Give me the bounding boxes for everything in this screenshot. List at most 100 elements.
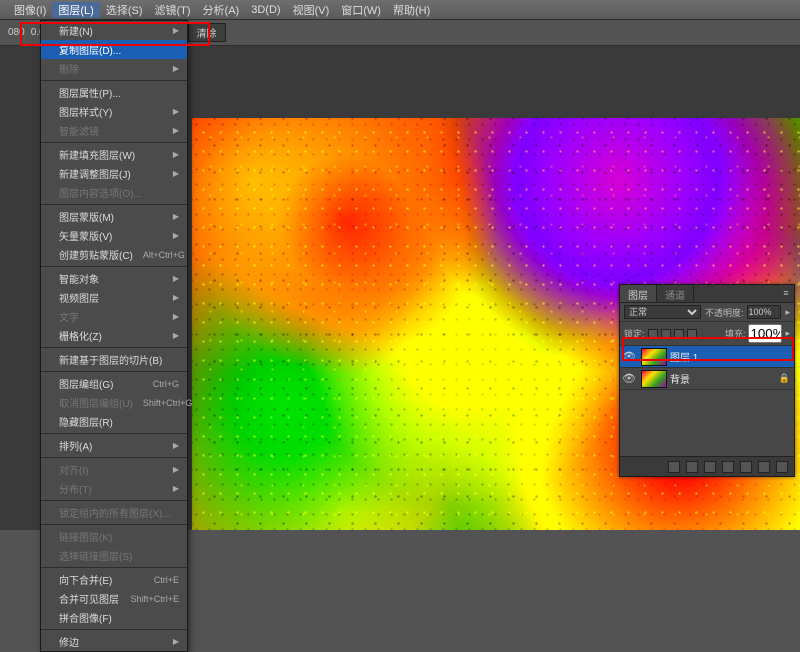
- tab-layers[interactable]: 图层: [620, 285, 657, 302]
- menu-item: 文字▶: [41, 307, 187, 326]
- submenu-arrow-icon: ▶: [173, 312, 179, 321]
- menu-separator: [41, 347, 187, 348]
- submenu-arrow-icon: ▶: [173, 26, 179, 35]
- new-layer-icon[interactable]: [758, 461, 770, 473]
- menu-item[interactable]: 拼合图像(F): [41, 608, 187, 627]
- menu-选择s[interactable]: 选择(S): [100, 2, 149, 18]
- fill-input[interactable]: [748, 324, 782, 343]
- lock-icon: 🔒: [779, 373, 794, 384]
- submenu-arrow-icon: ▶: [173, 331, 179, 340]
- menu-item: 分布(T)▶: [41, 479, 187, 498]
- submenu-arrow-icon: ▶: [173, 465, 179, 474]
- menu-item[interactable]: 排列(A)▶: [41, 436, 187, 455]
- layer-list: 👁 图层 1 👁 背景🔒: [620, 346, 794, 456]
- lock-all-icon[interactable]: [687, 329, 697, 339]
- menu-3dd[interactable]: 3D(D): [245, 4, 286, 16]
- delete-layer-icon[interactable]: [776, 461, 788, 473]
- layers-panel: ≡ 图层 通道 正常 不透明度: ▸ 锁定: 填充: ▸ 👁 图层 1 👁 背景🔒: [619, 284, 795, 477]
- opacity-input[interactable]: [747, 305, 781, 319]
- menu-窗口w[interactable]: 窗口(W): [335, 2, 387, 18]
- mask-icon[interactable]: [704, 461, 716, 473]
- menu-item[interactable]: 新建填充图层(W)▶: [41, 145, 187, 164]
- layer-thumbnail[interactable]: [641, 370, 667, 388]
- layer-name[interactable]: 图层 1: [670, 349, 794, 364]
- menu-separator: [41, 433, 187, 434]
- fill-arrow-icon[interactable]: ▸: [785, 328, 790, 339]
- panel-menu-icon[interactable]: ≡: [780, 287, 792, 299]
- menu-item[interactable]: 智能对象▶: [41, 269, 187, 288]
- blend-opacity-row: 正常 不透明度: ▸: [620, 303, 794, 322]
- layer-name[interactable]: 背景: [670, 371, 779, 386]
- panel-tabs: 图层 通道: [620, 285, 794, 303]
- adjustment-icon[interactable]: [722, 461, 734, 473]
- menu-separator: [41, 500, 187, 501]
- fx-icon[interactable]: [686, 461, 698, 473]
- menu-视图v[interactable]: 视图(V): [287, 2, 336, 18]
- group-icon[interactable]: [740, 461, 752, 473]
- menu-item[interactable]: 创建剪贴蒙版(C)Alt+Ctrl+G: [41, 245, 187, 264]
- opacity-label: 不透明度:: [705, 306, 744, 319]
- menu-item: 图层内容选项(O)...: [41, 183, 187, 202]
- menu-滤镜t[interactable]: 滤镜(T): [149, 2, 197, 18]
- menu-item[interactable]: 复制图层(D)...: [41, 40, 187, 59]
- menu-item: 取消图层编组(U)Shift+Ctrl+G: [41, 393, 187, 412]
- menu-item[interactable]: 新建基于图层的切片(B): [41, 350, 187, 369]
- menu-item[interactable]: 视频图层▶: [41, 288, 187, 307]
- submenu-arrow-icon: ▶: [173, 637, 179, 646]
- opacity-arrow-icon[interactable]: ▸: [785, 307, 790, 318]
- menu-item: 锁定组内的所有图层(X)...: [41, 503, 187, 522]
- menu-帮助h[interactable]: 帮助(H): [387, 2, 436, 18]
- menu-separator: [41, 142, 187, 143]
- menu-separator: [41, 567, 187, 568]
- menu-图像i[interactable]: 图像(I): [8, 2, 52, 18]
- visibility-eye-icon[interactable]: 👁: [620, 372, 638, 385]
- lock-label: 锁定:: [624, 327, 645, 340]
- fill-label: 填充:: [725, 327, 746, 340]
- menu-item[interactable]: 向下合并(E)Ctrl+E: [41, 570, 187, 589]
- menu-item[interactable]: 图层蒙版(M)▶: [41, 207, 187, 226]
- menu-item: 删除▶: [41, 59, 187, 78]
- submenu-arrow-icon: ▶: [173, 231, 179, 240]
- menu-separator: [41, 371, 187, 372]
- menu-图层l[interactable]: 图层(L): [52, 2, 99, 18]
- width-field[interactable]: 080: [8, 27, 25, 38]
- menu-bar: 图像(I)图层(L)选择(S)滤镜(T)分析(A)3D(D)视图(V)窗口(W)…: [0, 0, 800, 20]
- menu-item[interactable]: 矢量蒙版(V)▶: [41, 226, 187, 245]
- menu-item: 对齐(I)▶: [41, 460, 187, 479]
- submenu-arrow-icon: ▶: [173, 150, 179, 159]
- menu-item[interactable]: 图层样式(Y)▶: [41, 102, 187, 121]
- panel-footer: [620, 456, 794, 476]
- lock-position-icon[interactable]: [674, 329, 684, 339]
- menu-item[interactable]: 隐藏图层(R): [41, 412, 187, 431]
- menu-item[interactable]: 图层编组(G)Ctrl+G: [41, 374, 187, 393]
- submenu-arrow-icon: ▶: [173, 126, 179, 135]
- layer-thumbnail[interactable]: [641, 348, 667, 366]
- menu-separator: [41, 629, 187, 630]
- menu-item[interactable]: 新建(N)▶: [41, 21, 187, 40]
- clear-button[interactable]: 清除: [188, 23, 226, 42]
- menu-item[interactable]: 合并可见图层Shift+Ctrl+E: [41, 589, 187, 608]
- menu-item[interactable]: 新建调整图层(J)▶: [41, 164, 187, 183]
- lock-transparent-icon[interactable]: [648, 329, 658, 339]
- blend-mode-select[interactable]: 正常: [624, 305, 701, 319]
- menu-item: 选择链接图层(S): [41, 546, 187, 565]
- menu-item[interactable]: 图层属性(P)...: [41, 83, 187, 102]
- menu-item[interactable]: 修边▶: [41, 632, 187, 651]
- layer-row[interactable]: 👁 图层 1: [620, 346, 794, 368]
- tab-channels[interactable]: 通道: [657, 285, 694, 302]
- menu-item[interactable]: 栅格化(Z)▶: [41, 326, 187, 345]
- link-layers-icon[interactable]: [668, 461, 680, 473]
- menu-separator: [41, 204, 187, 205]
- lock-image-icon[interactable]: [661, 329, 671, 339]
- layer-menu-dropdown: 新建(N)▶复制图层(D)...删除▶ 图层属性(P)...图层样式(Y)▶智能滤…: [40, 20, 188, 652]
- layer-row[interactable]: 👁 背景🔒: [620, 368, 794, 390]
- submenu-arrow-icon: ▶: [173, 107, 179, 116]
- submenu-arrow-icon: ▶: [173, 274, 179, 283]
- submenu-arrow-icon: ▶: [173, 169, 179, 178]
- submenu-arrow-icon: ▶: [173, 441, 179, 450]
- submenu-arrow-icon: ▶: [173, 293, 179, 302]
- menu-分析a[interactable]: 分析(A): [197, 2, 246, 18]
- menu-item: 智能滤镜▶: [41, 121, 187, 140]
- lock-fill-row: 锁定: 填充: ▸: [620, 322, 794, 346]
- visibility-eye-icon[interactable]: 👁: [620, 350, 638, 363]
